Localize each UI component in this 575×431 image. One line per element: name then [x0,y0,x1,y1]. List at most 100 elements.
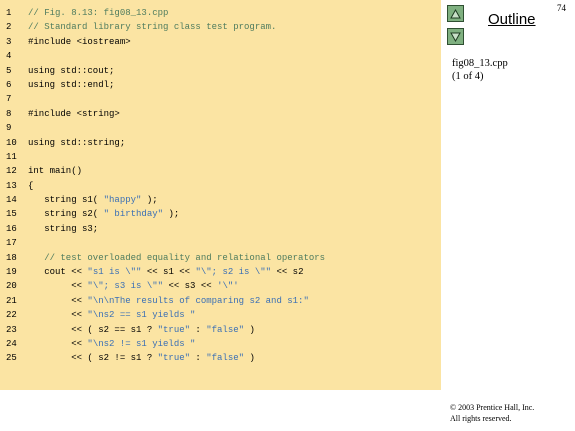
code-line: 10 using std::string; [0,136,441,150]
code-text: string s3; [28,223,99,234]
page-of-label: (1 of 4) [452,71,484,82]
code-text: << [28,295,88,306]
code-string: "\ns2 == s1 yields " [87,310,196,321]
triangle-down-icon [450,32,461,42]
code-line: 5 using std::cout; [0,64,441,78]
code-text: << [28,310,88,321]
line-number: 11 [6,151,17,162]
code-text: << [28,281,88,292]
code-text: string s2( [28,209,104,220]
code-line: 6 using std::endl; [0,78,441,92]
code-listing-panel: 1 // Fig. 8.13: fig08_13.cpp 2 // Standard … [0,0,441,390]
line-number: 3 [6,36,12,47]
code-line: 25 << ( s2 != s1 ? "true" : "false" ) [0,351,441,365]
code-string: " birthday" [103,209,164,220]
code-comment: // Standard library string class test pr… [28,22,277,33]
code-text: << s1 << [141,267,196,278]
code-string: "\ns2 != s1 yields " [87,338,196,349]
code-text: { [28,180,34,191]
code-text: ) [244,353,255,364]
line-number: 20 [6,281,17,292]
line-number: 16 [6,223,17,234]
code-string: "\"; s3 is \"" [87,281,164,292]
code-text: #include <string> [28,108,120,119]
code-text: << s3 << [163,281,218,292]
code-text: int main() [28,166,83,177]
line-number: 17 [6,238,17,249]
code-line: 9 [0,121,441,135]
code-line: 14 string s1( "happy" ); [0,193,441,207]
code-text: : [190,353,207,364]
code-text: ); [163,209,180,220]
code-text: ); [141,195,158,206]
code-string: "false" [206,353,245,364]
code-line: 7 [0,92,441,106]
code-line: 21 << "\n\nThe results of comparing s2 a… [0,294,441,308]
line-number: 10 [6,137,17,148]
copyright-line: © 2003 Prentice Hall, Inc. [450,403,535,412]
code-comment: // Fig. 8.13: fig08_13.cpp [28,8,169,18]
code-line: 4 [0,49,441,63]
line-number: 6 [6,79,12,90]
code-line: 11 [0,150,441,164]
code-line: 1 // Fig. 8.13: fig08_13.cpp [0,6,441,20]
code-text: : [190,324,207,335]
line-number: 8 [6,108,12,119]
file-info: fig08_13.cpp (1 of 4) [452,57,508,83]
line-number: 25 [6,353,17,364]
line-number: 15 [6,209,17,220]
line-number: 2 [6,22,12,33]
code-text: << s2 [271,267,304,278]
line-number: 23 [6,324,17,335]
code-text: string s1( [28,195,104,206]
previous-slide-button[interactable] [447,5,464,22]
line-number: 13 [6,180,17,191]
code-text: #include <iostream> [28,36,131,47]
code-comment: // test overloaded equality and relation… [28,252,326,263]
code-text: << ( s2 != s1 ? [28,353,158,364]
code-line: 24 << "\ns2 != s1 yields " [0,337,441,351]
line-number: 4 [6,51,12,62]
line-number: 1 [6,8,12,18]
code-text: cout << [28,267,88,278]
code-line: 19 cout << "s1 is \"" << s1 << "\"; s2 i… [0,265,441,279]
page-number: 74 [557,3,566,13]
code-text: << [28,338,88,349]
outline-link[interactable]: Outline [488,11,536,28]
code-lines: 1 // Fig. 8.13: fig08_13.cpp 2 // Standard … [0,6,441,366]
next-slide-button[interactable] [447,28,464,45]
triangle-up-icon [450,8,461,18]
code-string: '\"' [217,281,239,292]
line-number: 24 [6,338,17,349]
code-text: using std::cout; [28,65,115,76]
line-number: 18 [6,252,17,263]
code-line: 23 << ( s2 == s1 ? "true" : "false" ) [0,323,441,337]
code-line: 13 { [0,179,441,193]
code-text: << ( s2 == s1 ? [28,324,158,335]
code-string: "\"; s2 is \"" [195,267,272,278]
code-string: "false" [206,324,245,335]
line-number: 21 [6,295,17,306]
code-line: 15 string s2( " birthday" ); [0,207,441,221]
code-string: "\n\nThe results of comparing s2 and s1:… [87,295,309,306]
line-number: 22 [6,310,17,321]
code-text: using std::endl; [28,79,115,90]
code-line: 16 string s3; [0,222,441,236]
code-line: 22 << "\ns2 == s1 yields " [0,308,441,322]
rights-line: All rights reserved. [450,413,512,423]
code-line: 17 [0,236,441,250]
code-line: 20 << "\"; s3 is \"" << s3 << '\"' [0,279,441,293]
code-string: "true" [157,324,191,335]
line-number: 7 [6,94,12,105]
code-text: ) [244,324,255,335]
code-line: 2 // Standard library string class test p… [0,20,441,34]
copyright-notice: © 2003 Prentice Hall, Inc. All rights re… [450,403,534,424]
code-string: "happy" [103,195,142,206]
file-name: fig08_13.cpp [452,58,508,69]
code-line: 12 int main() [0,164,441,178]
line-number: 12 [6,166,17,177]
line-number: 5 [6,65,12,76]
line-number: 19 [6,267,17,278]
code-line: 8 #include <string> [0,107,441,121]
code-string: "true" [157,353,191,364]
